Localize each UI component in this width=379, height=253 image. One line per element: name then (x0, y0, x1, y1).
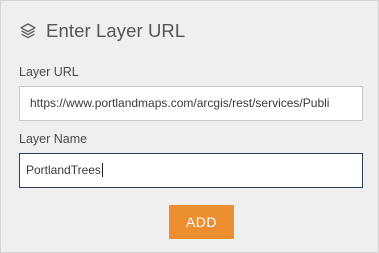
layer-name-value: PortlandTrees (26, 163, 101, 177)
text-caret (101, 162, 103, 177)
panel-header: Enter Layer URL (19, 18, 185, 44)
add-layer-panel: Enter Layer URL Layer URL https://www.po… (0, 0, 379, 253)
add-button[interactable]: ADD (169, 205, 234, 239)
layer-url-label: Layer URL (19, 65, 79, 79)
panel-title: Enter Layer URL (46, 20, 186, 41)
layer-name-label: Layer Name (19, 132, 88, 146)
layer-url-value: https://www.portlandmaps.com/arcgis/rest… (30, 96, 330, 110)
layers-icon (19, 22, 37, 40)
layer-url-input[interactable]: https://www.portlandmaps.com/arcgis/rest… (19, 86, 363, 121)
layer-name-input[interactable]: PortlandTrees (19, 153, 363, 188)
